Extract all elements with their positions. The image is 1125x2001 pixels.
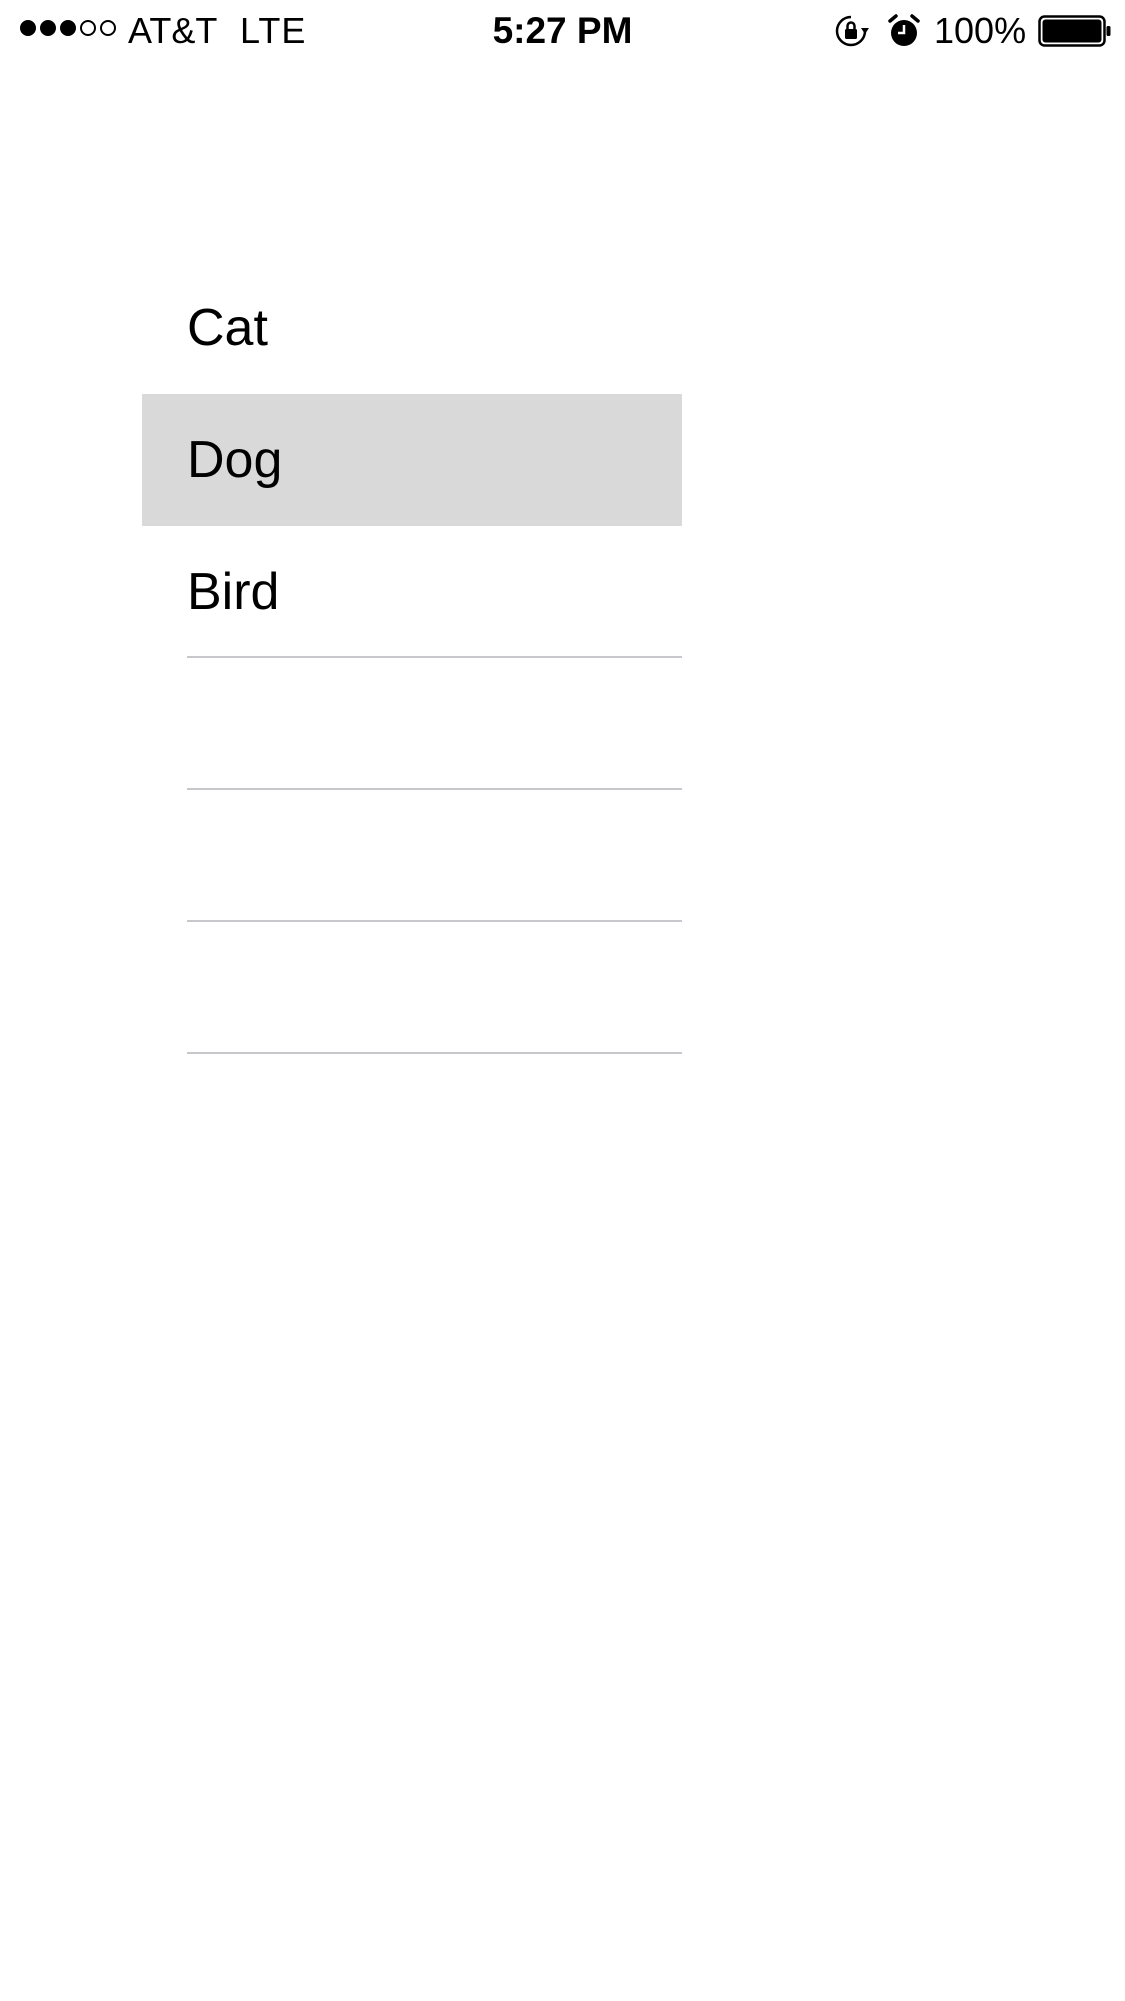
status-bar: AT&T LTE 5:27 PM 100% xyxy=(0,0,1125,62)
list-item-label: Cat xyxy=(187,299,268,357)
list-item-label: Dog xyxy=(187,431,283,489)
list-item-label: Bird xyxy=(187,563,280,621)
battery-percentage: 100% xyxy=(934,10,1027,51)
list-item[interactable]: Dog xyxy=(142,394,682,526)
list-item[interactable] xyxy=(142,658,682,790)
row-separator xyxy=(187,1052,682,1054)
item-list: Cat Dog Bird xyxy=(142,262,682,1054)
rotation-lock-icon xyxy=(835,15,869,47)
list-item[interactable]: Cat xyxy=(142,262,682,394)
list-item[interactable]: Bird xyxy=(142,526,682,658)
list-item[interactable] xyxy=(142,922,682,1054)
list-item[interactable] xyxy=(142,790,682,922)
battery-icon xyxy=(1038,15,1111,47)
alarm-icon xyxy=(888,14,920,46)
